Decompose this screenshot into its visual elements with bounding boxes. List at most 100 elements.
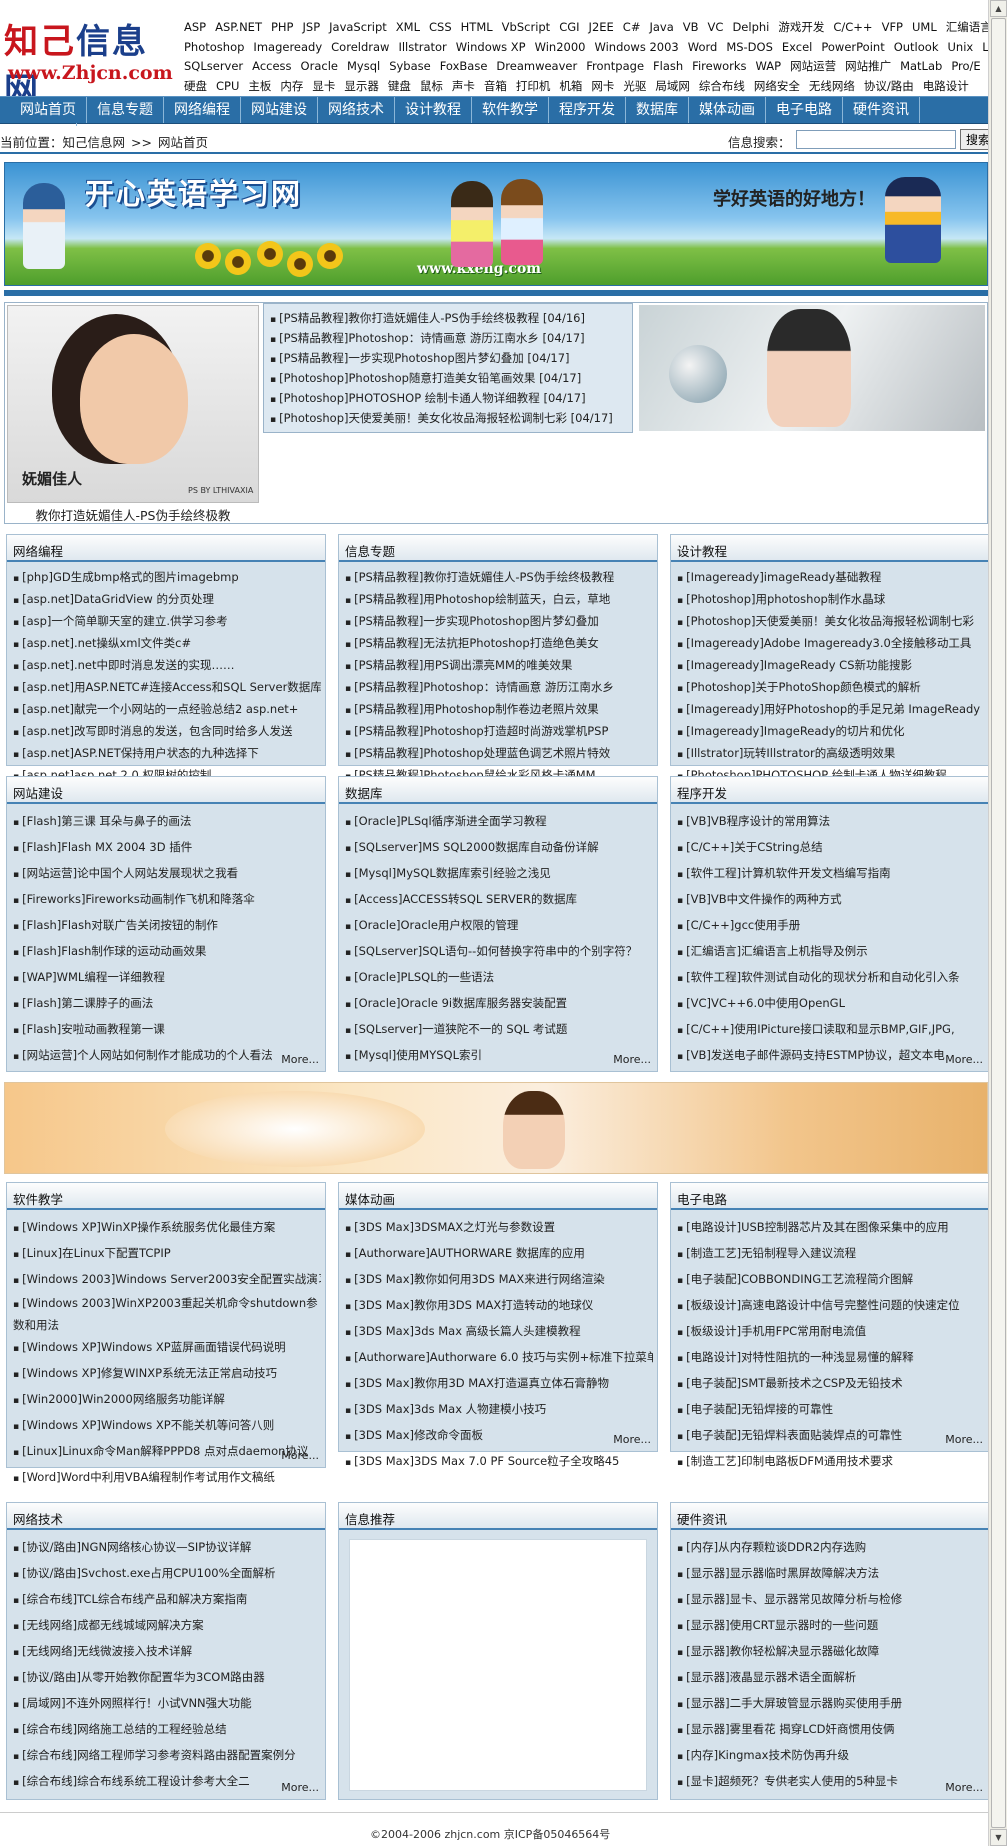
keyword-link[interactable]: SQLserver [184, 59, 243, 73]
list-item[interactable]: [3DS Max]3DSMAX之灯光与参数设置 [345, 1215, 653, 1241]
list-item[interactable]: [显示器]教你轻松解决显示器磁化故障 [677, 1639, 985, 1665]
nav-item[interactable]: 信息专题 [87, 97, 164, 123]
keyword-link[interactable]: JSP [303, 20, 321, 34]
list-item[interactable]: [Imageready]Adobe Imageready3.0全接触移动工具 [677, 633, 985, 655]
list-item[interactable]: [SQLserver]MS SQL2000数据库自动备份详解 [345, 835, 653, 861]
list-item[interactable]: [Win2000]Win2000网络服务功能详解 [13, 1387, 321, 1413]
list-item[interactable]: [asp.net]DataGridView 的分页处理 [13, 589, 321, 611]
list-item[interactable]: [PS精品教程]用PS调出漂亮MM的唯美效果 [345, 655, 653, 677]
list-item[interactable]: [显示器]二手大屏玻管显示器购买使用手册 [677, 1691, 985, 1717]
keyword-link[interactable]: Flash [653, 59, 683, 73]
list-item[interactable]: [协议/路由]NGN网络核心协议—SIP协议详解 [13, 1535, 321, 1561]
vertical-scrollbar[interactable]: ▲ ▼ [988, 0, 1007, 1846]
keyword-link[interactable]: 主板 [248, 79, 271, 93]
keyword-link[interactable]: 无线网络 [809, 79, 855, 93]
keyword-link[interactable]: Dreamweaver [496, 59, 577, 73]
keyword-link[interactable]: J2EE [589, 20, 614, 34]
list-item[interactable]: [asp.net]改写即时消息的发送，包含同时给多人发送 [13, 721, 321, 743]
keyword-link[interactable]: 协议/路由 [864, 79, 914, 93]
list-item[interactable]: [Imageready]ImageReady CS新功能搜影 [677, 655, 985, 677]
list-item[interactable]: [显示器]使用CRT显示器时的一些问题 [677, 1613, 985, 1639]
keyword-link[interactable]: CGI [559, 20, 579, 34]
list-item[interactable]: [C/C++]关于CString总结 [677, 835, 985, 861]
keyword-link[interactable]: Windows XP [456, 40, 526, 54]
more-link[interactable]: More... [281, 1449, 319, 1462]
list-item[interactable]: [Word]Word中利用VBA编程制作考试用作文稿纸 [13, 1465, 321, 1491]
keyword-link[interactable]: VFP [882, 20, 903, 34]
list-item[interactable]: [Access]ACCESS转SQL SERVER的数据库 [345, 887, 653, 913]
list-item[interactable]: [无线网络]成都无线城域网解决方案 [13, 1613, 321, 1639]
keyword-link[interactable]: UML [912, 20, 937, 34]
list-item[interactable]: [网站运营]个人网站如何制作才能成功的个人看法 [13, 1043, 321, 1069]
list-item[interactable]: [asp.net]用ASP.NETC#连接Access和SQL Server数据… [13, 677, 321, 699]
list-item[interactable]: [显示器]雾里看花 揭穿LCD奸商惯用伎俩 [677, 1717, 985, 1743]
list-item[interactable]: [C/C++]gcc使用手册 [677, 913, 985, 939]
keyword-link[interactable]: 声卡 [452, 79, 475, 93]
keyword-link[interactable]: VbScript [502, 20, 551, 34]
list-item[interactable]: [无线网络]无线微波接入技术详解 [13, 1639, 321, 1665]
keyword-link[interactable]: C/C++ [833, 20, 872, 34]
keyword-link[interactable]: C# [623, 20, 641, 34]
list-item[interactable]: [3DS Max]教你用3DS MAX打造转动的地球仪 [345, 1293, 653, 1319]
keyword-link[interactable]: Pro/E [951, 59, 980, 73]
keyword-link[interactable]: Windows 2003 [594, 40, 678, 54]
list-item[interactable]: [VB]发送电子邮件源码支持ESTMP协议，超文本电 [677, 1043, 985, 1069]
nav-item[interactable]: 网络技术 [318, 97, 395, 123]
list-item[interactable]: [网站运营]论中国个人网站发展现状之我看 [13, 861, 321, 887]
keyword-link[interactable]: WAP [756, 59, 782, 73]
nav-item[interactable]: 硬件资讯 [843, 97, 920, 123]
list-item[interactable]: [Windows XP]Windows XP不能关机等问答八则 [13, 1413, 321, 1439]
list-item[interactable]: [Windows XP]WinXP操作系统服务优化最佳方案 [13, 1215, 321, 1241]
list-item[interactable]: [制造工艺]无铅制程导入建议流程 [677, 1241, 985, 1267]
list-item[interactable]: [协议/路由]Svchost.exe占用CPU100%全面解析 [13, 1561, 321, 1587]
list-item[interactable]: [Photoshop]关于PhotoShop颜色模式的解析 [677, 677, 985, 699]
keyword-link[interactable]: 鼠标 [420, 79, 443, 93]
list-item[interactable]: [PS精品教程]用Photoshop制作卷边老照片效果 [345, 699, 653, 721]
panel-title[interactable]: 信息推荐 [345, 1509, 395, 1528]
keyword-link[interactable]: XML [396, 20, 420, 34]
list-item[interactable]: [3DS Max]修改命令面板 [345, 1423, 653, 1449]
keyword-link[interactable]: MatLab [900, 59, 942, 73]
list-item[interactable]: [综合布线]网络施工总结的工程经验总结 [13, 1717, 321, 1743]
list-item[interactable]: [协议/路由]从零开始教你配置华为3COM路由器 [13, 1665, 321, 1691]
list-item[interactable]: [Authorware]Authorware 6.0 技巧与实例+标准下拉菜单 [345, 1345, 653, 1371]
keyword-link[interactable]: Java [649, 20, 673, 34]
list-item[interactable]: [PS精品教程]Photoshop：诗情画意 游历江南水乡 [345, 677, 653, 699]
keyword-link[interactable]: Access [252, 59, 291, 73]
list-item[interactable]: [3DS Max]3DS Max 7.0 PF Source粒子全攻略45 [345, 1449, 653, 1475]
list-item[interactable]: [asp.net]ASP.NET保持用户状态的九种选择下 [13, 743, 321, 765]
keyword-link[interactable]: 内存 [280, 79, 303, 93]
keyword-link[interactable]: Coreldraw [331, 40, 389, 54]
keyword-link[interactable]: Photoshop [184, 40, 244, 54]
list-item[interactable]: [汇编语言]汇编语言上机指导及例示 [677, 939, 985, 965]
featured-list-item[interactable]: [PS精品教程]一步实现Photoshop图片梦幻叠加 [04/17] [270, 348, 632, 368]
ad-banner-english[interactable]: 开心英语学习网 学好英语的好地方！ www.kxeng.com [4, 162, 988, 286]
list-item[interactable]: [WAP]WML编程一详细教程 [13, 965, 321, 991]
list-item[interactable]: [内存]从内存颗粒谈DDR2内存选购 [677, 1535, 985, 1561]
list-item[interactable]: [显示器]显示器临时黑屏故障解决方法 [677, 1561, 985, 1587]
list-item[interactable]: [Authorware]AUTHORWARE 数据库的应用 [345, 1241, 653, 1267]
list-item[interactable]: [Imageready]imageReady基础教程 [677, 567, 985, 589]
list-item[interactable]: [Windows XP]修复WINXP系统无法正常启动技巧 [13, 1361, 321, 1387]
list-item[interactable]: [显卡]超频死？专供老实人使用的5种显卡 [677, 1769, 985, 1795]
featured-list-item[interactable]: [PS精品教程]教你打造妩媚佳人-PS伪手绘终极教程 [04/16] [270, 308, 632, 328]
keyword-link[interactable]: 键盘 [388, 79, 411, 93]
keyword-link[interactable]: 游戏开发 [778, 20, 824, 34]
keyword-link[interactable]: Win2000 [535, 40, 586, 54]
panel-title[interactable]: 程序开发 [677, 783, 727, 802]
panel-title[interactable]: 电子电路 [677, 1189, 727, 1208]
list-item[interactable]: [软件工程]计算机软件开发文档编写指南 [677, 861, 985, 887]
list-item[interactable]: [电子装配]无铅焊接的可靠性 [677, 1397, 985, 1423]
list-item[interactable]: [Flash]第三课 耳朵与鼻子的画法 [13, 809, 321, 835]
list-item[interactable]: [PS精品教程]一步实现Photoshop图片梦幻叠加 [345, 611, 653, 633]
keyword-link[interactable]: Unix [947, 40, 973, 54]
list-item[interactable]: [Photoshop]用photoshop制作水晶球 [677, 589, 985, 611]
list-item[interactable]: [Fireworks]Fireworks动画制作飞机和降落伞 [13, 887, 321, 913]
keyword-link[interactable]: Mysql [347, 59, 380, 73]
list-item[interactable]: [Imageready]ImageReady的切片和优化 [677, 721, 985, 743]
list-item[interactable]: [制造工艺]印制电路板DFM通用技术要求 [677, 1449, 985, 1475]
list-item[interactable]: [电子装配]COBBONDING工艺流程简介图解 [677, 1267, 985, 1293]
list-item[interactable]: [Windows XP]Windows XP蓝屏画面错误代码说明 [13, 1335, 321, 1361]
nav-item[interactable]: 网站建设 [241, 97, 318, 123]
panel-title[interactable]: 数据库 [345, 783, 383, 802]
